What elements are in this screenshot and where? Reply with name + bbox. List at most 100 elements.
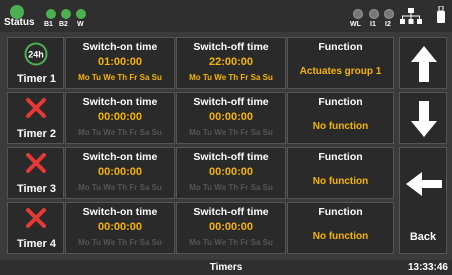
weekdays: Mo Tu We Th Fr Sa Su [177,238,285,247]
timer-row-4[interactable]: Timer 4 Switch-on time 00:00:00 Mo Tu We… [7,202,394,254]
day-fr: Fr [129,128,138,137]
day-fr: Fr [240,183,249,192]
switch-on-cell[interactable]: Switch-on time 00:00:00 Mo Tu We Th Fr S… [65,92,175,144]
day-we: We [103,128,116,137]
timer-name: Timer 3 [17,183,56,195]
day-we: We [103,238,116,247]
indicator-wl [353,9,363,19]
timer-row-3[interactable]: Timer 3 Switch-on time 00:00:00 Mo Tu We… [7,147,394,199]
day-tu: Tu [91,183,102,192]
day-th: Th [117,238,128,247]
day-sa: Sa [250,238,261,247]
day-we: We [214,183,227,192]
day-th: Th [228,238,239,247]
switch-on-time: 00:00:00 [97,111,143,123]
day-we: We [103,73,116,82]
switch-off-cell[interactable]: Switch-off time 00:00:00 Mo Tu We Th Fr … [176,202,286,254]
switch-on-title: Switch-on time [82,41,158,53]
timer-row-1[interactable]: 24h Timer 1 Switch-on time 01:00:00 Mo T… [7,37,394,89]
day-sa: Sa [139,73,150,82]
clock: 13:33:46 [407,262,448,273]
weekdays: Mo Tu We Th Fr Sa Su [66,183,174,192]
day-su: Su [151,128,162,137]
day-mo: Mo [189,128,201,137]
switch-on-title: Switch-on time [82,96,158,108]
day-tu: Tu [202,238,213,247]
function-cell[interactable]: Function No function [287,147,394,199]
switch-off-cell[interactable]: Switch-off time 00:00:00 Mo Tu We Th Fr … [176,147,286,199]
status-label: Status [4,17,35,28]
timer-24h-icon: 24h [24,42,48,66]
timer-name: Timer 2 [17,128,56,140]
day-mo: Mo [78,73,90,82]
timer-name: Timer 4 [17,238,56,250]
timer-cell[interactable]: Timer 4 [7,202,64,254]
function-cell[interactable]: Function No function [287,92,394,144]
svg-text:24h: 24h [28,50,44,60]
screen: Status B1 B2 W WL I1 I2 24h Timer 1 Swit… [0,0,452,275]
day-sa: Sa [250,183,261,192]
day-tu: Tu [91,128,102,137]
switch-off-cell[interactable]: Switch-off time 00:00:00 Mo Tu We Th Fr … [176,92,286,144]
day-tu: Tu [202,183,213,192]
led-w [76,9,86,19]
switch-off-cell[interactable]: Switch-off time 22:00:00 Mo Tu We Th Fr … [176,37,286,89]
switch-off-time: 00:00:00 [208,221,254,233]
function-cell[interactable]: Function No function [287,202,394,254]
day-sa: Sa [139,128,150,137]
indicator-wl-label: WL [350,21,361,28]
indicator-i1 [369,9,379,19]
day-sa: Sa [250,73,261,82]
scroll-down-button[interactable] [399,92,447,144]
status-bar: Status B1 B2 W WL I1 I2 [0,0,452,32]
day-fr: Fr [240,238,249,247]
arrow-up-icon [411,46,437,82]
day-su: Su [151,238,162,247]
arrow-left-icon [406,172,442,196]
led-b1 [46,9,56,19]
timer-name: Timer 1 [17,73,56,85]
switch-on-cell[interactable]: Switch-on time 00:00:00 Mo Tu We Th Fr S… [65,147,175,199]
day-th: Th [228,73,239,82]
switch-off-title: Switch-off time [193,41,269,53]
day-su: Su [262,183,273,192]
day-we: We [103,183,116,192]
back-label: Back [409,231,437,243]
weekdays: Mo Tu We Th Fr Sa Su [66,238,174,247]
back-button[interactable]: Back [399,147,447,254]
timer-cell[interactable]: Timer 2 [7,92,64,144]
switch-on-cell[interactable]: Switch-on time 01:00:00 Mo Tu We Th Fr S… [65,37,175,89]
day-sa: Sa [250,128,261,137]
indicator-i1-label: I1 [370,21,376,28]
switch-on-time: 00:00:00 [97,166,143,178]
function-value: Actuates group 1 [299,66,382,77]
led-b1-label: B1 [44,21,53,28]
day-sa: Sa [139,183,150,192]
day-fr: Fr [240,128,249,137]
day-su: Su [262,238,273,247]
scroll-up-button[interactable] [399,37,447,89]
switch-on-cell[interactable]: Switch-on time 00:00:00 Mo Tu We Th Fr S… [65,202,175,254]
timer-cell[interactable]: 24h Timer 1 [7,37,64,89]
day-fr: Fr [129,183,138,192]
led-b2 [61,9,71,19]
day-mo: Mo [78,128,90,137]
day-fr: Fr [129,73,138,82]
weekdays: Mo Tu We Th Fr Sa Su [66,73,174,82]
timer-cell[interactable]: Timer 3 [7,147,64,199]
day-mo: Mo [78,183,90,192]
switch-off-title: Switch-off time [193,96,269,108]
day-we: We [214,128,227,137]
disabled-x-icon [26,208,46,228]
function-value: No function [312,231,369,242]
day-fr: Fr [129,238,138,247]
disabled-x-icon [26,153,46,173]
day-we: We [214,73,227,82]
weekdays: Mo Tu We Th Fr Sa Su [177,128,285,137]
timer-row-2[interactable]: Timer 2 Switch-on time 00:00:00 Mo Tu We… [7,92,394,144]
function-cell[interactable]: Function Actuates group 1 [287,37,394,89]
day-tu: Tu [91,73,102,82]
switch-on-time: 01:00:00 [97,56,143,68]
day-mo: Mo [78,238,90,247]
switch-off-time: 22:00:00 [208,56,254,68]
